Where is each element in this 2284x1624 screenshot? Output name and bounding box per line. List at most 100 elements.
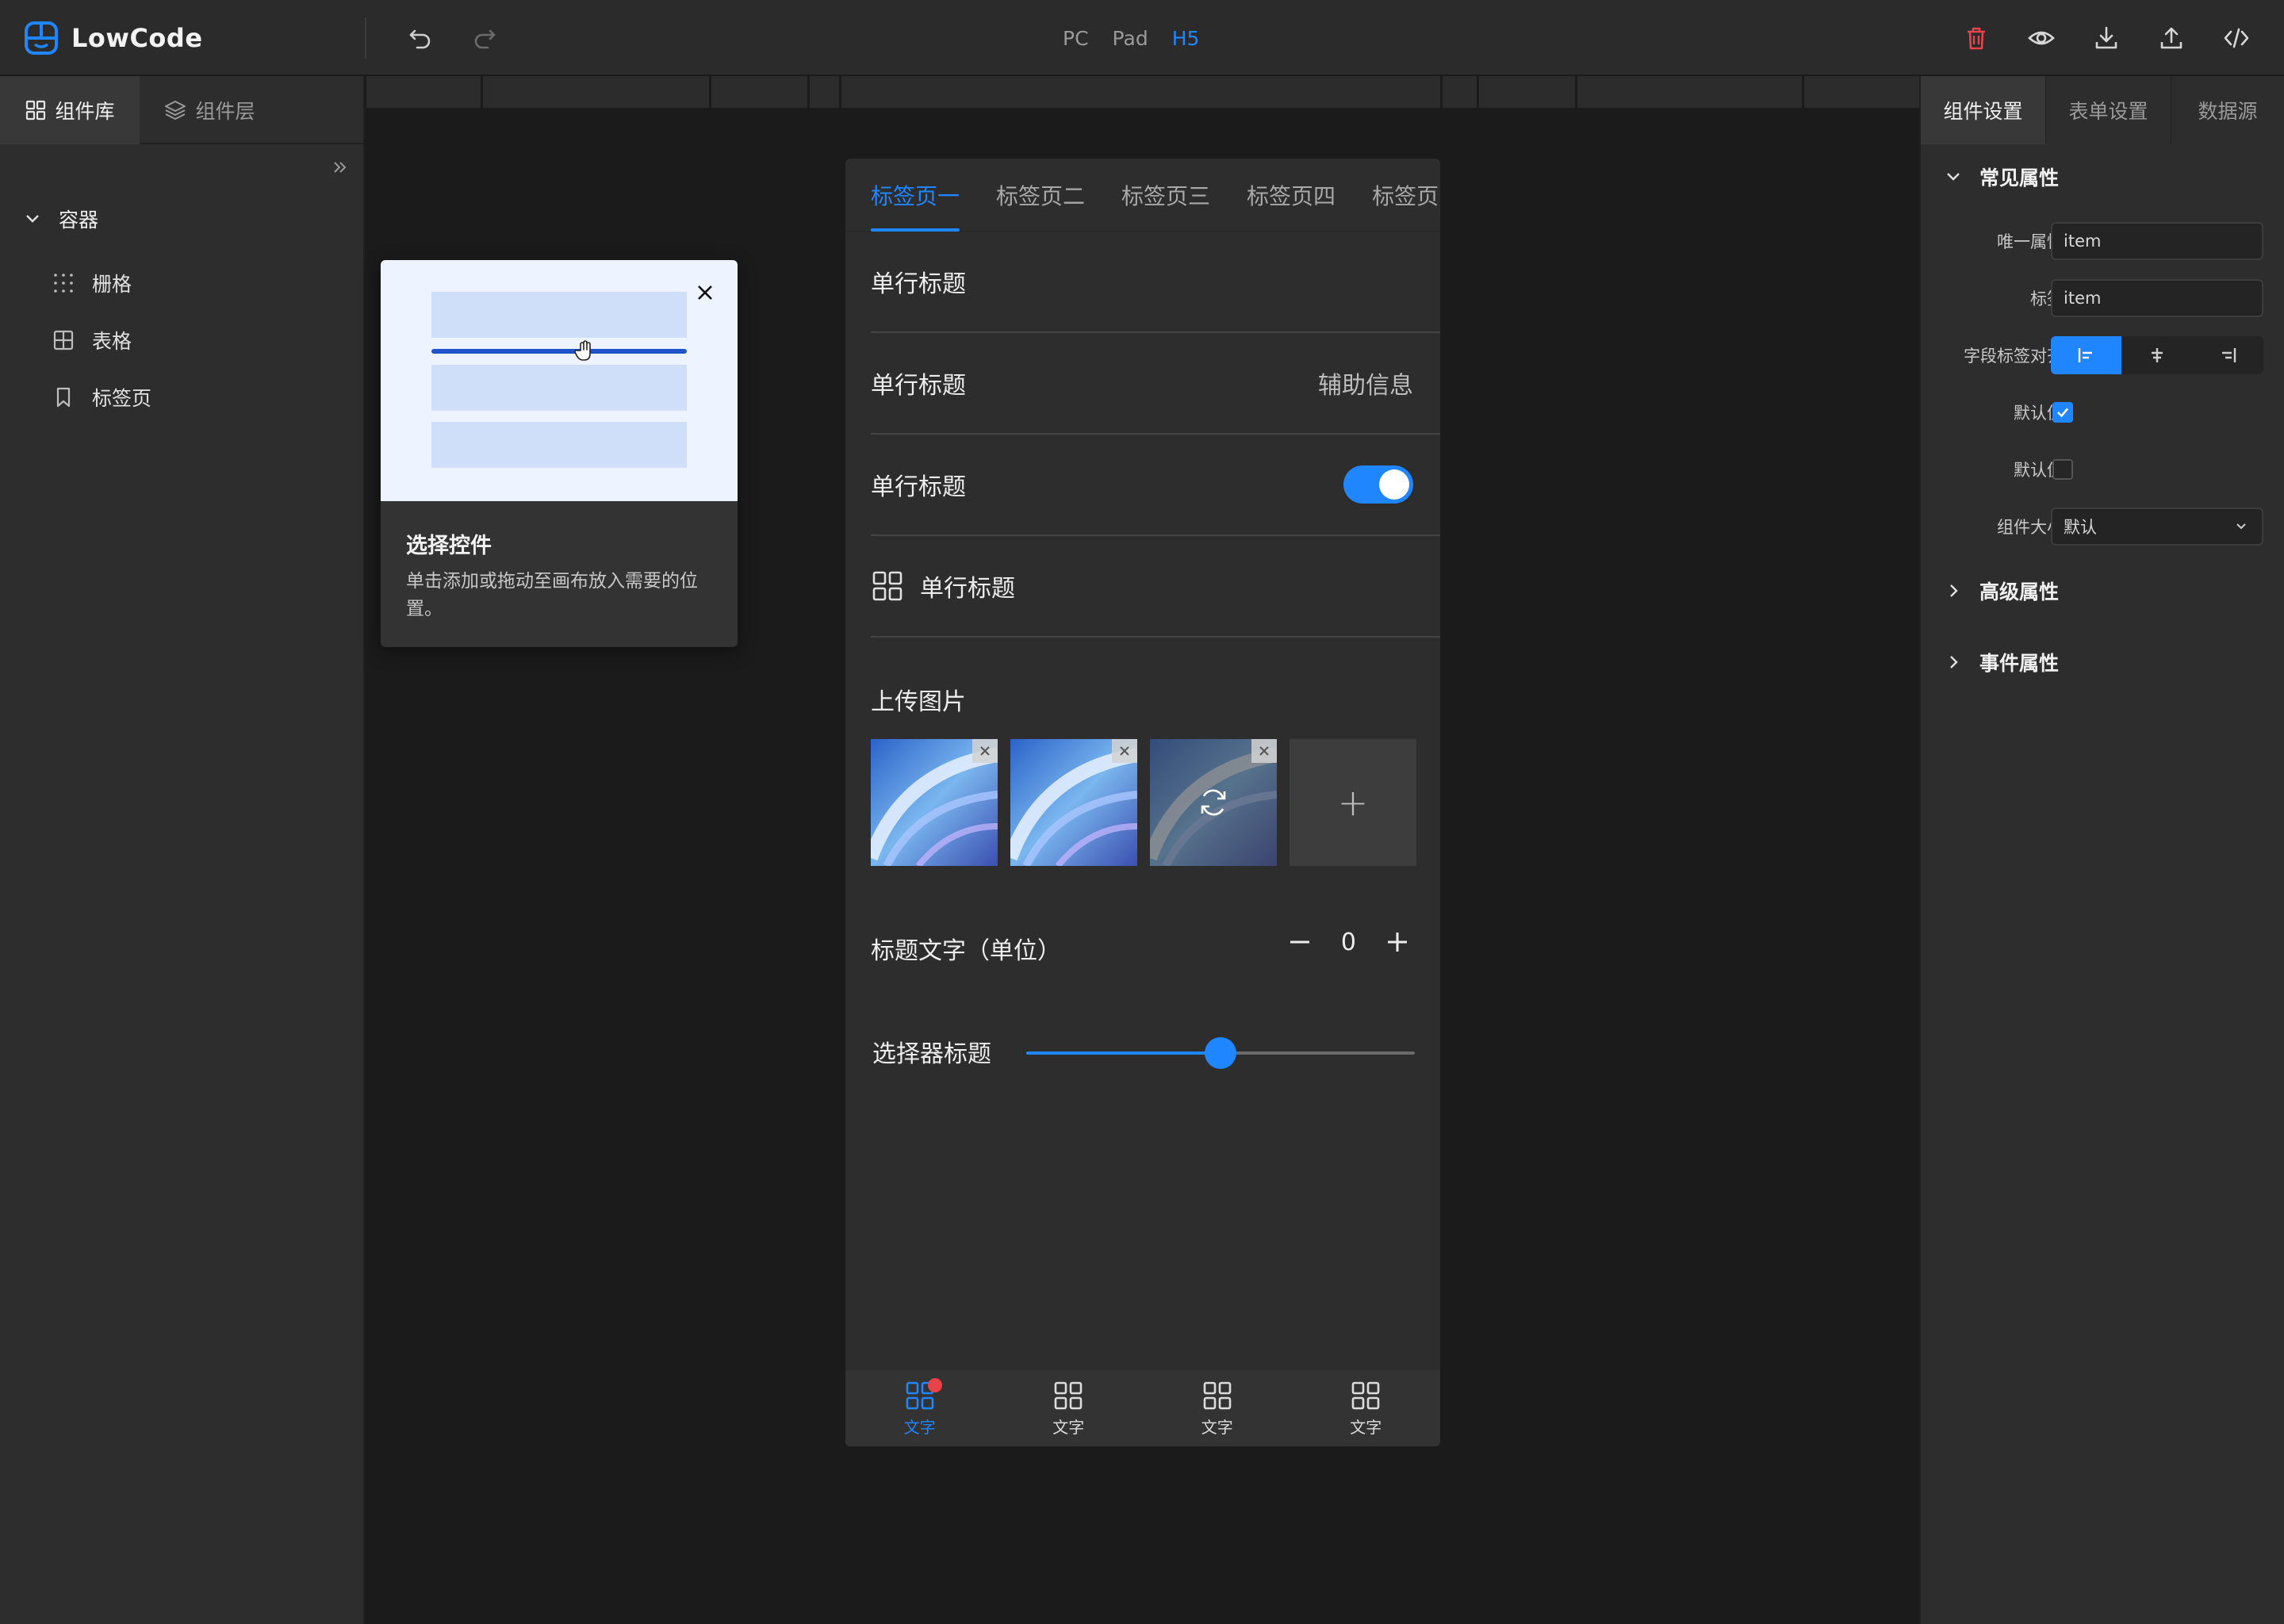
preview-button[interactable]	[2025, 22, 2057, 54]
align-right-option[interactable]	[2193, 336, 2263, 374]
bottom-tab-2[interactable]: 文字	[994, 1370, 1144, 1446]
download-icon	[2095, 26, 2117, 49]
popover-close-button[interactable]	[692, 279, 719, 306]
grid-dots-icon	[54, 274, 73, 293]
tree-group-container[interactable]: 容器	[24, 203, 98, 235]
remove-image-button[interactable]	[1251, 739, 1277, 763]
refresh-icon	[1201, 789, 1226, 816]
tab-data-source[interactable]: 数据源	[2171, 76, 2284, 144]
code-button[interactable]	[2221, 22, 2252, 54]
redo-button[interactable]	[469, 22, 500, 54]
uploaded-image[interactable]	[871, 739, 998, 866]
device-pad[interactable]: Pad	[1113, 27, 1148, 50]
close-icon	[980, 746, 990, 756]
phone-tab-1[interactable]: 标签页一	[871, 159, 960, 232]
component-item-grid[interactable]: 栅格	[52, 267, 132, 299]
section-title: 高级属性	[1979, 580, 2060, 603]
download-button[interactable]	[2090, 22, 2122, 54]
align-left-option[interactable]	[2051, 336, 2122, 374]
component-item-table[interactable]: 表格	[52, 324, 132, 356]
phone-tab-5[interactable]: 标签页	[1372, 159, 1439, 232]
component-size-select[interactable]: 默认	[2051, 508, 2263, 546]
increment-button[interactable]	[1383, 928, 1412, 956]
component-item-label: 栅格	[92, 273, 132, 296]
brand[interactable]: LowCode	[24, 19, 203, 57]
tab-component-settings[interactable]: 组件设置	[1921, 76, 2046, 144]
list-row-with-icon[interactable]: 单行标题	[871, 536, 1440, 638]
preview-block	[431, 292, 687, 338]
list-row[interactable]: 单行标题	[871, 232, 1440, 333]
section-advanced-properties[interactable]: 高级属性	[1945, 575, 2059, 607]
component-tip-popover: 选择控件 单击添加或拖动至画布放入需要的位置。	[381, 260, 738, 647]
remove-image-button[interactable]	[972, 739, 998, 763]
bottom-tab-label: 文字	[903, 1417, 936, 1437]
phone-tab-4[interactable]: 标签页四	[1247, 159, 1336, 232]
plus-icon	[1388, 933, 1407, 952]
tab-label: 组件层	[195, 100, 255, 123]
upload-title: 上传图片	[871, 688, 966, 716]
uploading-image[interactable]	[1150, 739, 1277, 866]
unique-key-input[interactable]	[2051, 222, 2263, 260]
collapse-panel-button[interactable]	[328, 155, 352, 179]
chevron-down-icon	[2236, 523, 2246, 530]
popover-title: 选择控件	[406, 534, 492, 558]
canvas-ruler	[366, 76, 1919, 108]
phone-tab-2[interactable]: 标签页二	[996, 159, 1085, 232]
stepper-label: 标题文字（单位）	[871, 937, 1061, 965]
upload-button[interactable]	[2156, 22, 2187, 54]
bottom-tab-3[interactable]: 文字	[1143, 1370, 1292, 1446]
remove-image-button[interactable]	[1112, 739, 1137, 763]
chevron-down-icon	[26, 215, 39, 223]
notification-badge	[928, 1378, 942, 1392]
slider-fill	[1026, 1051, 1221, 1055]
decrement-button[interactable]	[1286, 928, 1314, 956]
component-item-label: 标签页	[92, 387, 152, 410]
bottom-tab-label: 文字	[1350, 1417, 1382, 1437]
apps-icon	[1203, 1381, 1232, 1409]
toggle-switch[interactable]	[1343, 465, 1413, 504]
row-aux-text: 辅助信息	[1318, 372, 1413, 400]
section-event-properties[interactable]: 事件属性	[1945, 646, 2059, 678]
slider-track[interactable]	[1026, 1037, 1415, 1069]
tab-component-library[interactable]: 组件库	[0, 76, 140, 144]
drag-hand-icon	[574, 340, 591, 361]
delete-button[interactable]	[1960, 22, 1992, 54]
lowcode-logo-icon	[25, 21, 58, 55]
phone-tab-3[interactable]: 标签页三	[1121, 159, 1210, 232]
apps-icon	[1351, 1381, 1380, 1409]
section-common-properties[interactable]: 常见属性	[1945, 161, 2059, 193]
chevron-right-icon	[1950, 584, 1958, 597]
minus-icon	[1290, 940, 1309, 944]
list-row-with-aux[interactable]: 单行标题 辅助信息	[871, 333, 1440, 435]
tag-input[interactable]	[2051, 279, 2263, 317]
redo-icon	[474, 29, 496, 49]
popover-preview	[381, 260, 738, 501]
code-icon	[2224, 28, 2249, 48]
upload-icon	[2160, 27, 2182, 49]
tab-component-layers[interactable]: 组件层	[140, 76, 279, 144]
align-center-icon	[2151, 348, 2163, 362]
left-panel-tabs: 组件库 组件层	[0, 76, 363, 144]
default-value-checkbox-unchecked[interactable]	[2052, 459, 2073, 480]
bookmark-icon	[56, 387, 71, 408]
device-h5[interactable]: H5	[1172, 27, 1200, 50]
tab-form-settings[interactable]: 表单设置	[2046, 76, 2171, 144]
trash-icon	[1968, 27, 1985, 50]
phone-tab-strip: 标签页一 标签页二 标签页三 标签页四 标签页	[845, 159, 1440, 232]
default-value-checkbox-checked[interactable]	[2052, 402, 2073, 423]
uploaded-image[interactable]	[1010, 739, 1137, 866]
slider-handle[interactable]	[1205, 1037, 1236, 1069]
apps-icon	[872, 571, 902, 601]
component-item-tabs[interactable]: 标签页	[52, 381, 151, 413]
add-image-button[interactable]: +	[1290, 739, 1416, 866]
drop-indicator-line	[431, 349, 687, 354]
align-center-option[interactable]	[2121, 336, 2192, 374]
bottom-tab-1[interactable]: 文字	[845, 1370, 994, 1446]
check-icon	[2057, 408, 2068, 418]
device-pc[interactable]: PC	[1063, 27, 1089, 50]
top-actions	[1960, 21, 2252, 56]
label-align-segmented	[2051, 336, 2263, 374]
close-icon	[1259, 746, 1269, 756]
bottom-tab-4[interactable]: 文字	[1292, 1370, 1441, 1446]
undo-button[interactable]	[404, 22, 436, 54]
